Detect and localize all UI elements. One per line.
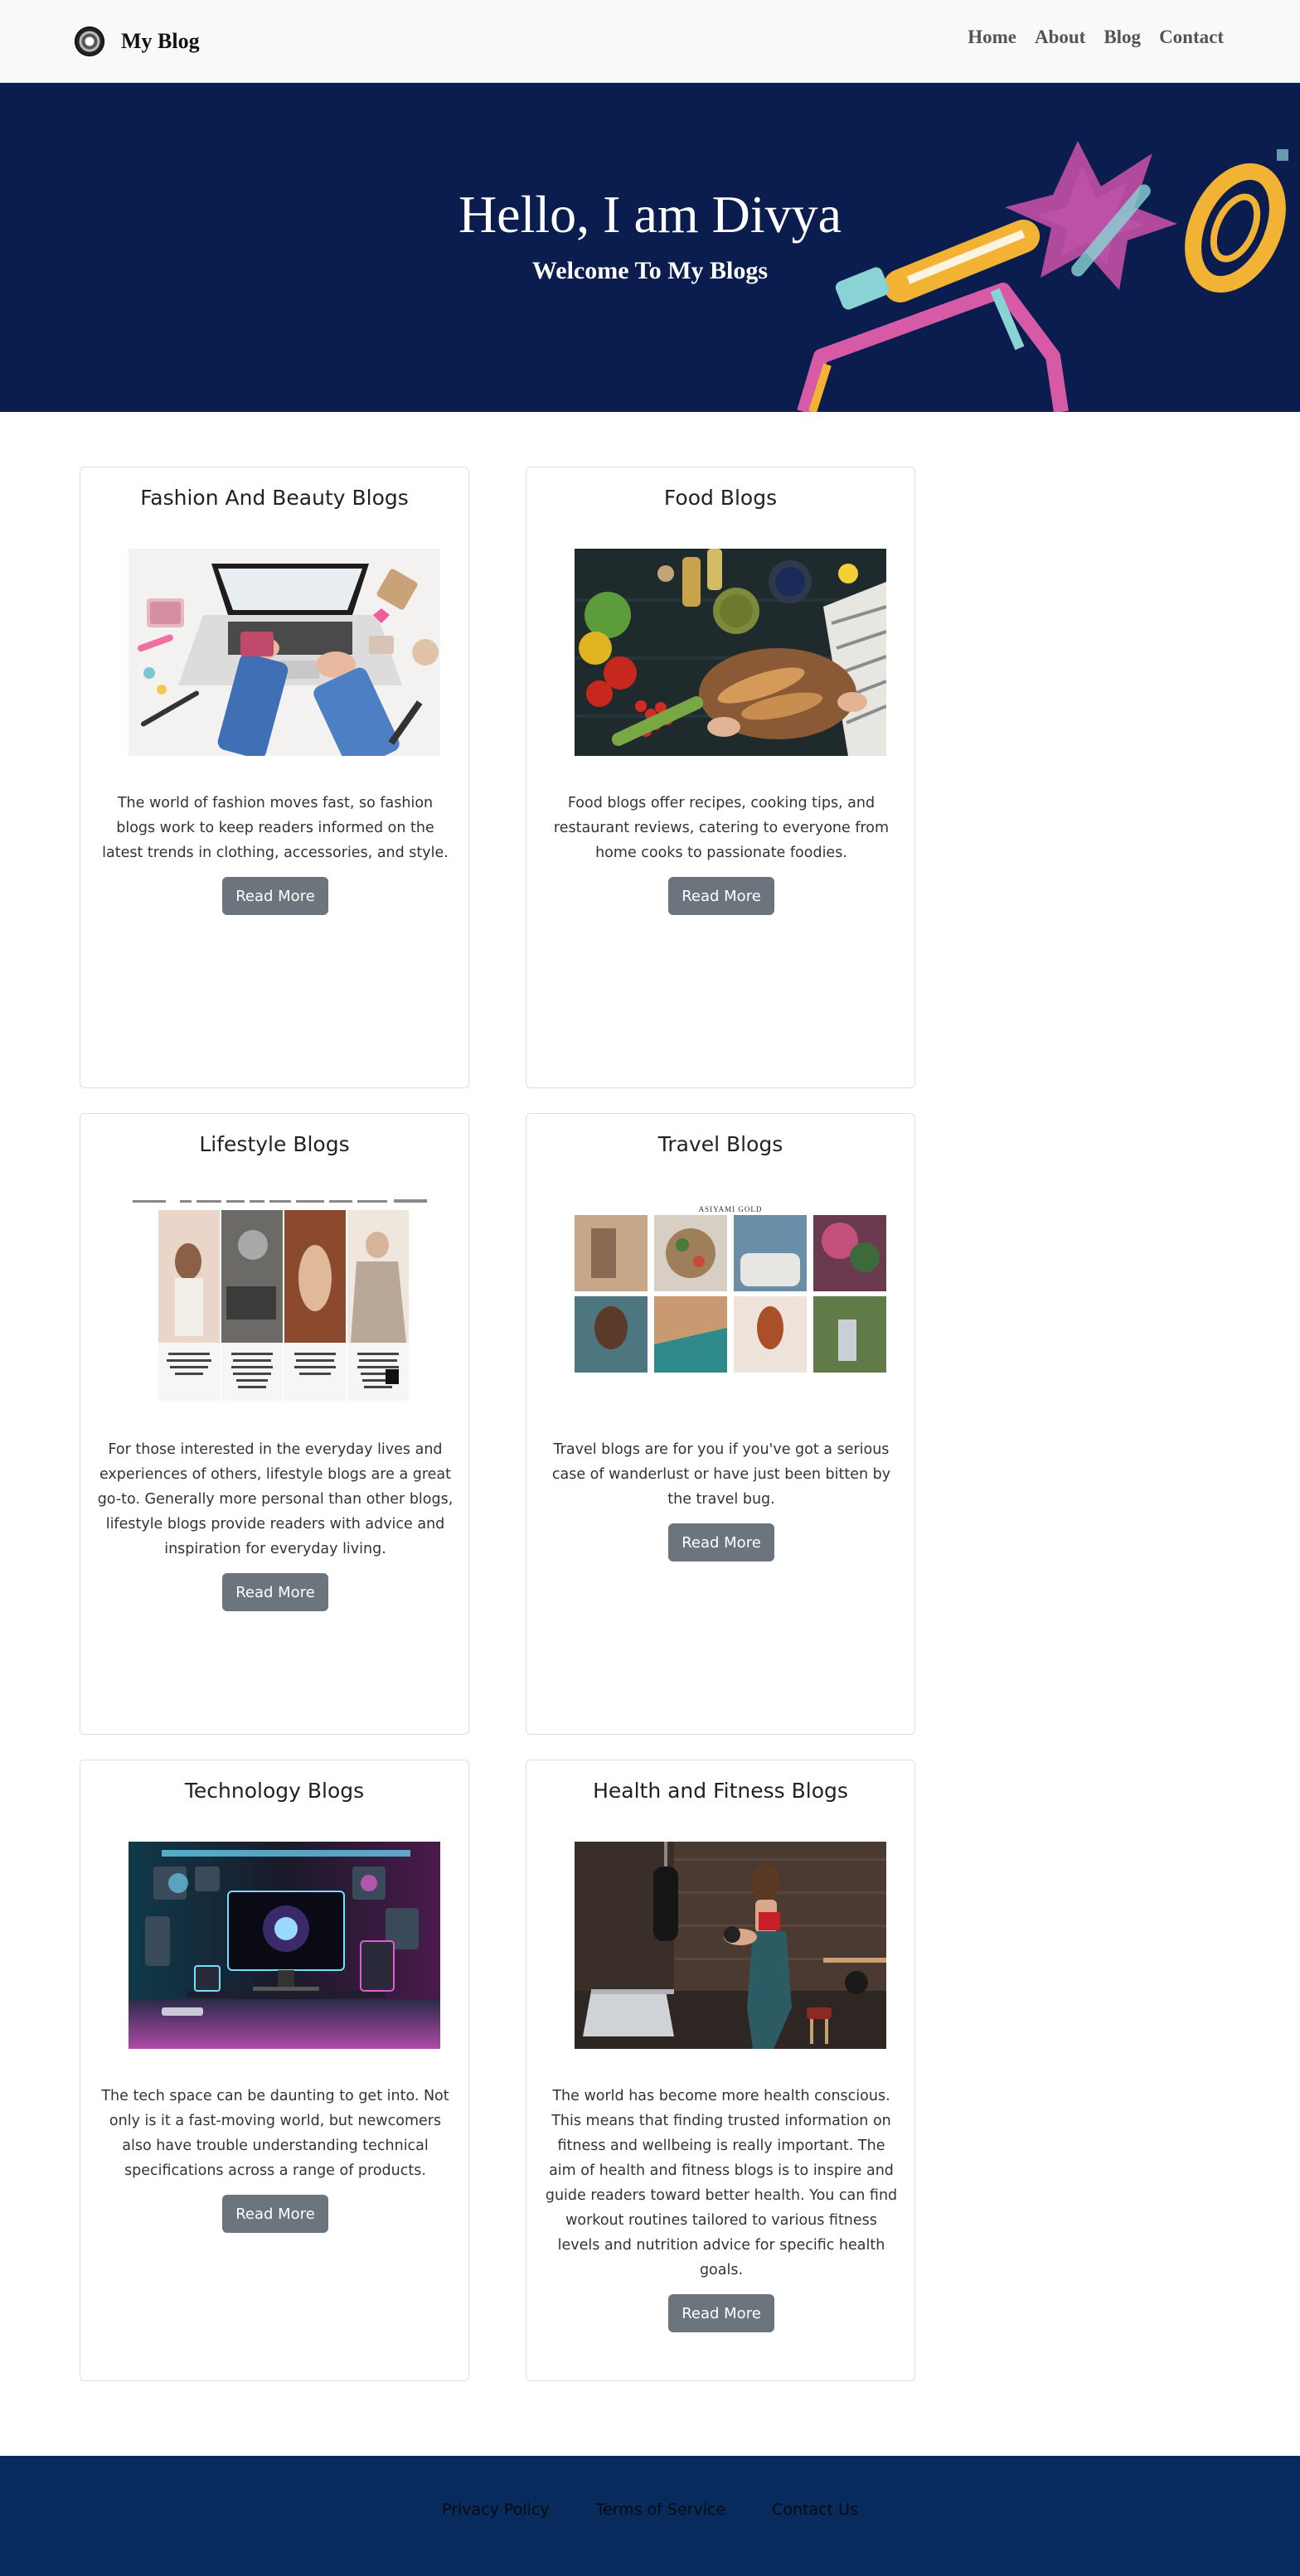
read-more-button[interactable]: Read More (668, 2294, 774, 2332)
hero-title: Hello, I am Divya (458, 185, 842, 244)
lifestyle-website-screenshot-image (129, 1195, 440, 1402)
read-more-button[interactable]: Read More (222, 1573, 328, 1611)
nav-link-about[interactable]: About (1035, 27, 1085, 48)
card-title: Fashion And Beauty Blogs (140, 486, 409, 510)
card-description: The world has become more health conscio… (543, 2084, 900, 2332)
card-description: Food blogs offer recipes, cooking tips, … (543, 791, 900, 915)
blog-card-food: Food Blogs Food blogs offer recipes, coo… (526, 467, 915, 1088)
nav-links: Home About Blog Contact (968, 27, 1224, 48)
blog-card-lifestyle: Lifestyle Blogs For those interested in … (80, 1113, 469, 1735)
card-title: Lifestyle Blogs (199, 1132, 350, 1156)
nav-link-home[interactable]: Home (968, 27, 1016, 48)
blog-card-health-fitness: Health and Fitness Blogs The world has b… (526, 1760, 915, 2381)
footer-link-contact-us[interactable]: Contact Us (772, 2501, 858, 2519)
woman-gym-fitness-image (575, 1842, 886, 2049)
blog-card-travel: Travel Blogs ASIYAMI GOLD Travel blogs a… (526, 1113, 915, 1735)
card-description: The world of fashion moves fast, so fash… (97, 791, 454, 915)
card-description-text: The world of fashion moves fast, so fash… (102, 795, 449, 861)
footer-link-terms-of-service[interactable]: Terms of Service (596, 2501, 726, 2519)
card-title: Health and Fitness Blogs (593, 1779, 848, 1803)
card-description: Travel blogs are for you if you've got a… (543, 1437, 900, 1562)
hero-subtitle: Welcome To My Blogs (531, 257, 769, 284)
card-title: Travel Blogs (657, 1132, 783, 1156)
card-description-text: The world has become more health conscio… (545, 2088, 898, 2278)
laptop-fashion-flatlay-image (129, 549, 440, 756)
footer-link-privacy-policy[interactable]: Privacy Policy (442, 2501, 549, 2519)
card-title: Food Blogs (663, 486, 778, 510)
brand-name: My Blog (121, 29, 200, 53)
hero-decoration-icon (797, 141, 1288, 412)
blog-card-technology: Technology Blogs The tech space can be d… (80, 1760, 469, 2381)
read-more-button[interactable]: Read More (668, 877, 774, 915)
blog-card-fashion: Fashion And Beauty Blogs The world of fa… (80, 467, 469, 1088)
card-description: For those interested in the everyday liv… (97, 1437, 454, 1611)
nav-link-blog[interactable]: Blog (1104, 27, 1141, 48)
card-description-text: Travel blogs are for you if you've got a… (551, 1441, 891, 1508)
travel-instagram-grid-image: ASIYAMI GOLD (575, 1195, 886, 1402)
card-title: Technology Blogs (184, 1779, 365, 1803)
card-description-text: Food blogs offer recipes, cooking tips, … (553, 795, 890, 861)
read-more-button[interactable]: Read More (222, 877, 328, 915)
card-description-text: For those interested in the everyday liv… (97, 1441, 454, 1557)
hero-banner: Hello, I am Divya Welcome To My Blogs (0, 83, 1300, 412)
brand-logo-icon (75, 27, 104, 56)
footer: Privacy Policy Terms of Service Contact … (0, 2456, 1300, 2576)
read-more-button[interactable]: Read More (668, 1523, 774, 1562)
card-description: The tech space can be daunting to get in… (97, 2084, 454, 2233)
navbar: My Blog Home About Blog Contact (0, 0, 1300, 83)
brand[interactable]: My Blog (75, 25, 200, 58)
nav-link-contact[interactable]: Contact (1159, 27, 1224, 48)
card-description-text: The tech space can be daunting to get in… (101, 2088, 449, 2179)
read-more-button[interactable]: Read More (222, 2195, 328, 2233)
neon-tech-setup-image (129, 1842, 440, 2049)
food-table-bread-vegetables-image (575, 549, 886, 756)
footer-links: Privacy Policy Terms of Service Contact … (0, 2501, 1300, 2519)
